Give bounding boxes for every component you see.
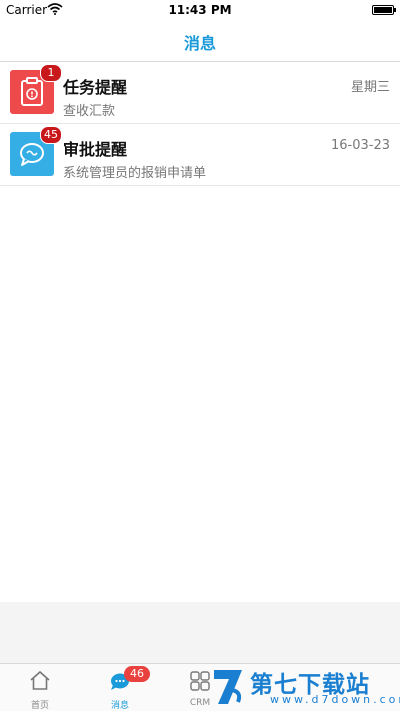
watermark: 第七下载站 www.d7down.com [208, 664, 400, 708]
status-bar: Carrier 11:43 PM [0, 0, 400, 20]
battery-icon [372, 5, 396, 15]
unread-badge: 45 [40, 126, 62, 144]
status-time: 11:43 PM [168, 3, 232, 17]
tab-home[interactable]: 首页 [0, 664, 80, 712]
home-icon [28, 670, 52, 692]
message-title: 审批提醒 [63, 140, 128, 159]
message-item-task-reminder[interactable]: 1 任务提醒 星期三 查收汇款 [0, 62, 400, 124]
page-title: 消息 [183, 34, 216, 53]
message-subtitle: 系统管理员的报销申请单 [63, 166, 207, 181]
message-list: 1 任务提醒 星期三 查收汇款 45 审批提醒 16-03-23 系统管理员的报… [0, 62, 400, 186]
message-subtitle: 查收汇款 [63, 104, 116, 119]
chat-bubble-icon: 45 [10, 126, 62, 176]
watermark-url: www.d7down.com [270, 693, 400, 706]
message-date: 16-03-23 [330, 138, 390, 153]
message-date: 星期三 [350, 80, 390, 95]
message-title: 任务提醒 [63, 78, 128, 97]
unread-badge: 1 [40, 64, 62, 82]
tab-label: 消息 [110, 701, 129, 711]
watermark-logo-icon [208, 664, 248, 708]
clipboard-alert-icon: 1 [10, 64, 62, 114]
tab-label: 首页 [30, 701, 49, 711]
tab-badge: 46 [124, 666, 150, 682]
tab-messages[interactable]: 46 消息 [80, 664, 160, 712]
message-item-approval-reminder[interactable]: 45 审批提醒 16-03-23 系统管理员的报销申请单 [0, 124, 400, 186]
content-footer-area [0, 602, 400, 664]
navigation-bar: 消息 [0, 20, 400, 62]
